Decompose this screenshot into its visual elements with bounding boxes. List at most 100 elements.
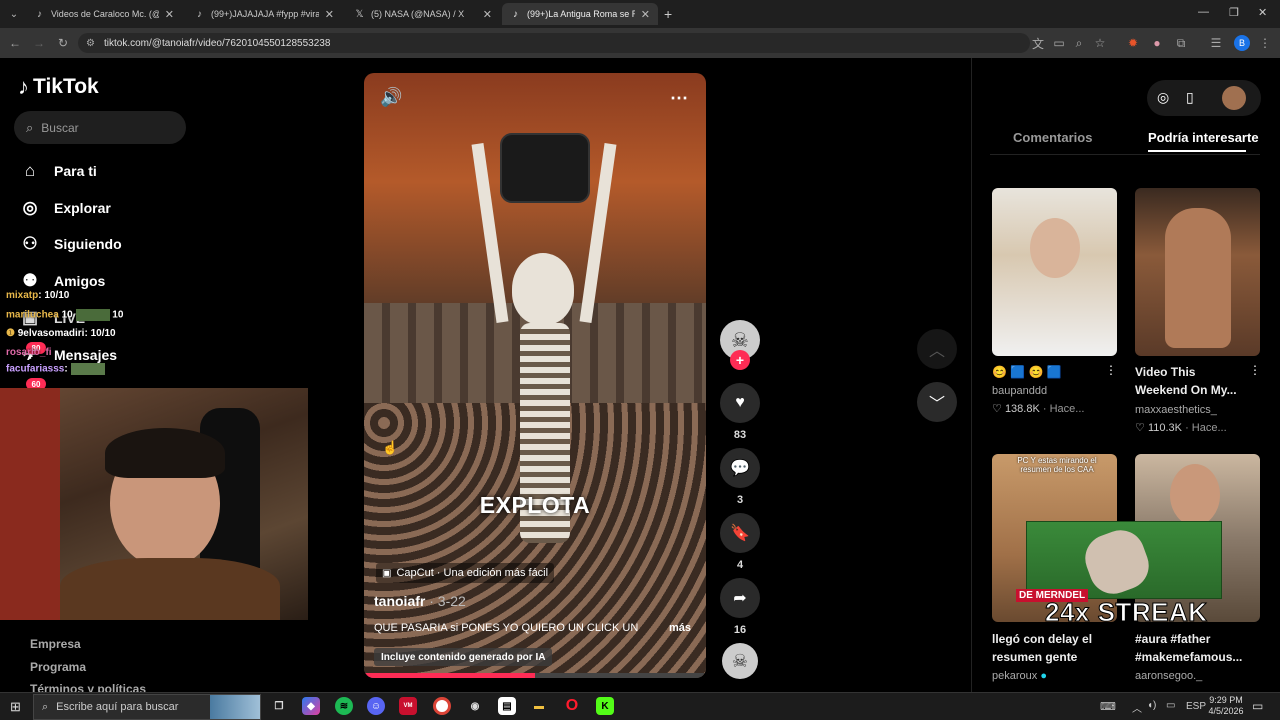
ai-content-label: Incluye contenido generado por IA	[374, 648, 553, 666]
restore-icon[interactable]: ❐	[1229, 6, 1239, 19]
system-clock[interactable]: 9:29 PM 4/5/2026	[1206, 695, 1246, 717]
zoom-icon[interactable]: ⌕	[1070, 34, 1088, 52]
sidebar-item-siguiendo[interactable]: ⚇ Siguiendo	[20, 229, 121, 259]
logo-text: TikTok	[33, 75, 99, 98]
forward-icon[interactable]: →	[30, 34, 48, 52]
sidebar-item-label: Mensajes	[54, 347, 118, 363]
browser-tab[interactable]: ♪ (99+)JAJAJAJA #fypp #viral #p ✕	[186, 3, 342, 25]
menu-icon[interactable]: ⋮	[1256, 34, 1274, 52]
keyboard-icon[interactable]: ⌨	[1100, 700, 1116, 713]
comment-button[interactable]: 💬	[720, 448, 760, 488]
new-tab-icon[interactable]: +	[664, 6, 672, 22]
next-video-button[interactable]: ﹀	[917, 382, 957, 422]
extension-icon[interactable]: ●	[1148, 34, 1166, 52]
obs-icon[interactable]: ◉	[466, 697, 484, 715]
copilot-icon[interactable]: ◆	[302, 697, 320, 715]
site-info-icon[interactable]: ⚙	[86, 38, 95, 49]
like-button[interactable]: ♥	[720, 383, 760, 423]
chat-text: : 10/10	[38, 290, 70, 301]
tiktok-icon: ♪	[196, 8, 202, 20]
previous-video-button[interactable]: ︿	[917, 329, 957, 369]
volume-icon[interactable]: 🔊	[380, 87, 402, 108]
discord-icon[interactable]: ☺	[367, 697, 385, 715]
footer-link-empresa[interactable]: Empresa	[30, 637, 81, 651]
video-player[interactable]	[364, 73, 706, 678]
card-time: Hace...	[1049, 403, 1085, 415]
kick-icon[interactable]: K	[596, 697, 614, 715]
footer-link-programa[interactable]: Programa	[30, 660, 86, 674]
card-title[interactable]: 😊 🟦 😊 🟦	[992, 363, 1102, 381]
tab-comentarios[interactable]: Comentarios	[1013, 130, 1092, 145]
opera-icon[interactable]: O	[563, 697, 581, 715]
video-author[interactable]: tanoiafr · 3-22	[374, 593, 466, 609]
search-input[interactable]: ⌕ Buscar	[14, 111, 186, 144]
music-disc[interactable]: ☠	[722, 643, 758, 679]
more-options-icon[interactable]: ⋯	[670, 88, 688, 109]
extension-icon[interactable]: ✹	[1124, 34, 1142, 52]
follow-button[interactable]: +	[730, 350, 750, 370]
close-tab-icon[interactable]: ✕	[325, 8, 334, 21]
video-overlay-text: EXPLOTA	[479, 492, 591, 518]
save-button[interactable]: 🔖	[720, 513, 760, 553]
sidebar-item-label: Para ti	[54, 163, 97, 179]
reload-icon[interactable]: ↻	[54, 34, 72, 52]
browser-tab[interactable]: 𝕏 (5) NASA (@NASA) / X ✕	[346, 3, 500, 25]
card-author[interactable]: maxxaesthetics_	[1135, 404, 1217, 416]
thumbnail-person	[1165, 208, 1231, 348]
task-view-icon[interactable]: ❐	[270, 697, 288, 715]
tray-overflow-icon[interactable]: ︿	[1132, 700, 1142, 715]
close-tab-icon[interactable]: ✕	[165, 8, 174, 21]
sidebar-item-para-ti[interactable]: ⌂ Para ti	[20, 156, 97, 186]
language-indicator[interactable]: ESP	[1186, 701, 1206, 712]
tiktok-logo[interactable]: ♪ TikTok	[18, 74, 99, 100]
voicemeeter-icon[interactable]: VM	[399, 697, 417, 715]
capcut-text: CapCut · Una edición más fácil	[396, 567, 549, 579]
card-more-icon[interactable]: ⋮	[1105, 363, 1117, 377]
user-avatar[interactable]	[1222, 86, 1246, 110]
chrome-icon[interactable]	[433, 697, 451, 715]
card-author[interactable]: aaronsegoo._	[1135, 670, 1202, 682]
share-button[interactable]: ➦	[720, 578, 760, 618]
cast-icon[interactable]: ▭	[1050, 34, 1068, 52]
volume-tray-icon[interactable]: ◖)	[1147, 700, 1156, 711]
close-tab-icon[interactable]: ✕	[641, 8, 650, 21]
app-icon[interactable]: ▤	[498, 697, 516, 715]
device-icon[interactable]: ▯	[1186, 89, 1194, 106]
chat-text: 10	[112, 309, 124, 321]
divider	[990, 154, 1260, 155]
card-title[interactable]: #aura #father #makemefamous...	[1135, 630, 1255, 666]
translate-icon[interactable]: 文	[1029, 34, 1047, 52]
sidebar-item-explorar[interactable]: ◎ Explorar	[20, 193, 111, 223]
file-explorer-icon[interactable]: ▬	[530, 697, 548, 715]
card-title[interactable]: Video This Weekend On My...	[1135, 363, 1250, 399]
chat-message: ❶ 9elvasomadiri: 10/10	[6, 328, 116, 339]
network-icon[interactable]: ▭	[1166, 700, 1175, 711]
windows-start-icon[interactable]: ⊞	[10, 699, 21, 715]
explore-icon[interactable]: ◎	[1157, 89, 1169, 106]
browser-tab[interactable]: ♪ Videos de Caraloco Mc. (@cara ✕	[26, 3, 182, 25]
close-window-icon[interactable]: ✕	[1258, 6, 1267, 19]
reading-list-icon[interactable]: ☰	[1207, 34, 1225, 52]
save-count: 4	[736, 559, 744, 571]
back-icon[interactable]: ←	[6, 34, 24, 52]
card-title[interactable]: llegó con delay el resumen gente	[992, 630, 1112, 666]
capcut-tag[interactable]: ▣ CapCut · Una edición más fácil	[376, 563, 555, 583]
spotify-icon[interactable]: ≋	[335, 697, 353, 715]
tab-podria-interesarte[interactable]: Podría interesarte	[1148, 130, 1259, 145]
card-more-icon[interactable]: ⋮	[1249, 363, 1261, 377]
chat-message: mixatp: 10/10	[6, 290, 69, 301]
card-author[interactable]: baupanddd	[992, 385, 1047, 397]
minimize-icon[interactable]: —	[1198, 6, 1209, 18]
bookmark-star-icon[interactable]: ☆	[1091, 34, 1109, 52]
tab-search-icon[interactable]: ⌄	[8, 8, 20, 20]
card-author[interactable]: pekaroux ●	[992, 670, 1047, 682]
notifications-icon[interactable]: ▭	[1252, 699, 1263, 713]
video-thumbnail[interactable]	[1135, 188, 1260, 356]
video-thumbnail[interactable]	[992, 188, 1117, 356]
close-tab-icon[interactable]: ✕	[483, 8, 492, 21]
more-caption-link[interactable]: más	[669, 622, 691, 634]
browser-tab-active[interactable]: ♪ (99+)La Antigua Roma se Rinde ✕	[502, 3, 658, 25]
extensions-puzzle-icon[interactable]: ⧉	[1172, 34, 1190, 52]
url-bar[interactable]: ⚙ tiktok.com/@tanoiafr/video/76201045501…	[78, 33, 1030, 53]
profile-avatar[interactable]: B	[1234, 35, 1250, 51]
